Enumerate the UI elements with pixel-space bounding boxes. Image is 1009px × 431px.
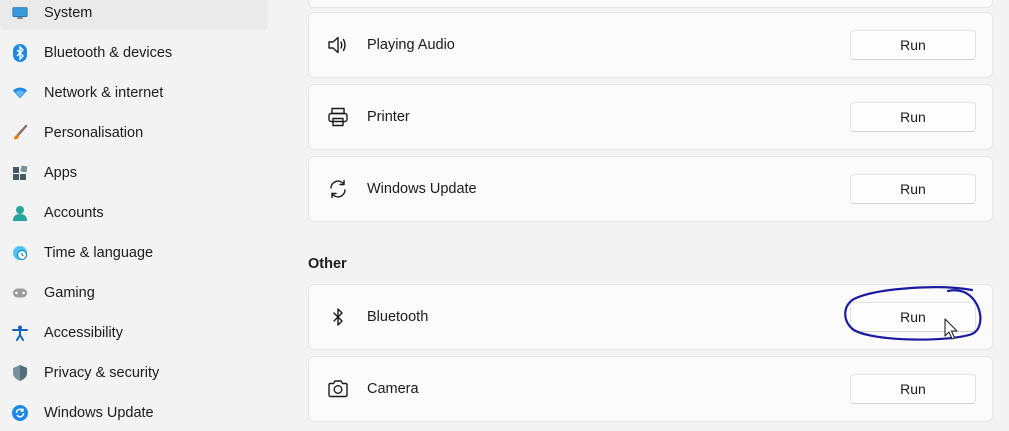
bluetooth-icon <box>327 306 349 328</box>
sidebar-item-accounts[interactable]: Accounts <box>0 196 268 230</box>
sidebar-item-label: Accounts <box>44 205 104 221</box>
accessibility-icon <box>12 325 28 341</box>
sidebar-item-label: Accessibility <box>44 325 123 341</box>
sidebar-item-time-language[interactable]: Time & language <box>0 236 268 270</box>
run-button-bluetooth[interactable]: Run <box>850 302 976 332</box>
troubleshooter-card-camera: Camera Run <box>308 356 993 422</box>
sidebar-item-label: Apps <box>44 165 78 181</box>
troubleshooter-label: Camera <box>367 381 419 397</box>
gamepad-icon <box>12 285 28 301</box>
troubleshooter-card-printer: Printer Run <box>308 84 993 150</box>
section-header-other: Other <box>308 256 347 272</box>
run-button-playing-audio[interactable]: Run <box>850 30 976 60</box>
sidebar-item-windows-update[interactable]: Windows Update <box>0 396 268 430</box>
sync-icon <box>327 178 349 200</box>
monitor-icon <box>12 5 28 21</box>
sidebar-item-gaming[interactable]: Gaming <box>0 276 268 310</box>
sidebar-item-label: Network & internet <box>44 85 164 101</box>
card-partial <box>308 0 993 8</box>
troubleshooter-label: Windows Update <box>367 181 477 197</box>
sidebar-item-privacy-security[interactable]: Privacy & security <box>0 356 268 390</box>
troubleshooter-card-bluetooth: Bluetooth Run <box>308 284 993 350</box>
sidebar: System Bluetooth & devices Network & int… <box>0 0 290 431</box>
refresh-icon <box>12 405 28 421</box>
run-button-windows-update[interactable]: Run <box>850 174 976 204</box>
sidebar-item-system[interactable]: System <box>0 0 268 30</box>
wifi-icon <box>12 85 28 101</box>
sidebar-item-label: Bluetooth & devices <box>44 45 173 61</box>
sidebar-item-apps[interactable]: Apps <box>0 156 268 190</box>
sidebar-item-label: System <box>44 5 93 21</box>
troubleshooter-label: Bluetooth <box>367 309 429 325</box>
speaker-icon <box>327 34 349 56</box>
bluetooth-devices-icon <box>12 44 28 62</box>
troubleshooter-card-playing-audio: Playing Audio Run <box>308 12 993 78</box>
apps-icon <box>12 165 28 181</box>
shield-icon <box>12 365 28 381</box>
paintbrush-icon <box>12 125 28 141</box>
person-icon <box>12 205 28 221</box>
run-button-printer[interactable]: Run <box>850 102 976 132</box>
sidebar-item-label: Windows Update <box>44 405 154 421</box>
sidebar-item-accessibility[interactable]: Accessibility <box>0 316 268 350</box>
troubleshooter-card-windows-update: Windows Update Run <box>308 156 993 222</box>
sidebar-item-label: Personalisation <box>44 125 144 141</box>
troubleshooter-label: Playing Audio <box>367 37 455 53</box>
troubleshooter-label: Printer <box>367 109 410 125</box>
sidebar-item-label: Privacy & security <box>44 365 160 381</box>
sidebar-item-label: Time & language <box>44 245 154 261</box>
sidebar-item-bluetooth-devices[interactable]: Bluetooth & devices <box>0 36 268 70</box>
globe-clock-icon <box>12 245 28 261</box>
sidebar-item-personalisation[interactable]: Personalisation <box>0 116 268 150</box>
printer-icon <box>327 106 349 128</box>
camera-icon <box>327 378 349 400</box>
run-button-camera[interactable]: Run <box>850 374 976 404</box>
sidebar-item-label: Gaming <box>44 285 95 301</box>
troubleshooters-panel: Playing Audio Run Printer Run Windows Up… <box>308 0 993 431</box>
sidebar-item-network[interactable]: Network & internet <box>0 76 268 110</box>
